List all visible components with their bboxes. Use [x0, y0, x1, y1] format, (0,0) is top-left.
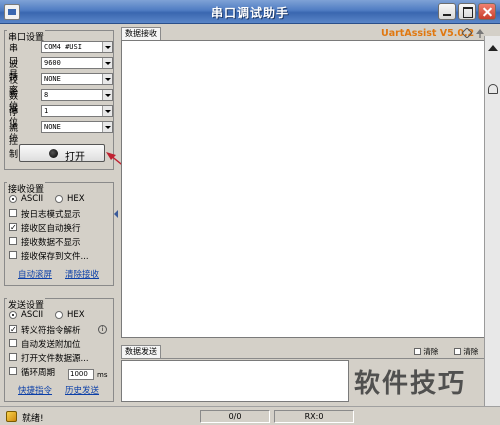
minimize-button[interactable] [438, 3, 456, 20]
status-count: 0/0 [200, 410, 270, 423]
cycle-unit-label: ms [97, 371, 108, 379]
send-ascii-radio[interactable] [9, 311, 17, 319]
send-text-area[interactable] [121, 360, 349, 402]
send-clear-checkbox-2[interactable] [454, 348, 461, 355]
send-file-checkbox[interactable] [9, 353, 17, 361]
recv-wrap-checkbox[interactable]: ✓ [9, 223, 17, 232]
send-escape-checkbox[interactable]: ✓ [9, 325, 17, 334]
clear-receive-link[interactable]: 清除接收 [65, 268, 99, 280]
chevron-down-icon[interactable] [102, 58, 112, 68]
window-title: 串口调试助手 [210, 6, 289, 20]
recv-log-checkbox[interactable] [9, 209, 17, 217]
baud-select[interactable]: 9600 [41, 57, 113, 69]
recv-hex-label: HEX [67, 194, 85, 204]
stopbits-select[interactable]: 1 [41, 105, 113, 117]
recv-hide-checkbox[interactable] [9, 237, 17, 245]
send-ascii-label: ASCII [21, 310, 44, 320]
recv-hide-label: 接收数据不显示 [21, 238, 81, 248]
maximize-button[interactable] [458, 3, 476, 20]
send-file-label: 打开文件数据源... [21, 354, 89, 364]
recv-wrap-label: 接收区自动换行 [21, 224, 81, 234]
send-history-link[interactable]: 历史发送 [65, 384, 99, 396]
send-clear-option-2[interactable]: 清除 [454, 346, 478, 357]
cycle-period-input[interactable]: 1000 [68, 369, 94, 380]
watermark-text: 软件技巧 [354, 369, 467, 399]
chevron-down-icon[interactable] [102, 90, 112, 100]
recv-save-label: 接收保存到文件... [21, 252, 89, 262]
brand-label: UartAssist V5.0.2 [381, 28, 475, 39]
collapse-panel-icon[interactable] [113, 207, 119, 221]
port-status-icon [49, 149, 58, 158]
send-hex-label: HEX [67, 310, 85, 320]
chevron-down-icon[interactable] [102, 42, 112, 52]
receive-settings-group: 接收设置 ASCII HEX 按日志模式显示 ✓ 接收区自动换行 接收数据不显示… [4, 182, 114, 286]
send-format-row: ASCII HEX [9, 310, 109, 321]
title-bar: 串口调试助手 [0, 0, 500, 24]
chevron-down-icon[interactable] [102, 74, 112, 84]
databits-select[interactable]: 8 [41, 89, 113, 101]
send-settings-group: 发送设置 ASCII HEX ✓ 转义符指令解析 自动发送附加位 打开文件数据源… [4, 298, 114, 402]
chevron-down-icon[interactable] [102, 106, 112, 116]
recv-ascii-radio[interactable] [9, 195, 17, 203]
receive-format-row: ASCII HEX [9, 194, 109, 205]
send-clear-checkbox[interactable] [414, 348, 421, 355]
send-append-checkbox[interactable] [9, 339, 17, 347]
status-ready: 就绪! [22, 414, 44, 424]
right-sidebar [484, 36, 500, 425]
flow-label: 流控制 [9, 124, 19, 160]
status-rx: RX:0 [274, 410, 354, 423]
status-bar: 就绪! 0/0 RX:0 [0, 406, 500, 425]
chevron-down-icon[interactable] [102, 122, 112, 132]
send-hex-radio[interactable] [55, 311, 63, 319]
port-select[interactable]: COM4 #USI [41, 41, 113, 53]
info-icon[interactable]: i [98, 325, 107, 334]
send-append-label: 自动发送附加位 [21, 340, 81, 350]
shortcut-commands-link[interactable]: 快捷指令 [18, 384, 52, 396]
send-escape-label: 转义符指令解析 [21, 326, 81, 336]
send-clear-label-2: 清除 [463, 347, 479, 356]
send-clear-label: 清除 [423, 347, 439, 356]
tab-data-send[interactable]: 数据发送 [121, 345, 161, 358]
recv-save-checkbox[interactable] [9, 251, 17, 259]
send-clear-option[interactable]: 清除 [414, 346, 438, 357]
status-icon [6, 411, 17, 422]
receive-text-area[interactable] [121, 40, 491, 338]
scroll-up-icon[interactable] [488, 45, 498, 51]
open-port-label: 打开 [65, 152, 85, 163]
tab-data-receive[interactable]: 数据接收 [121, 27, 161, 40]
auto-scroll-link[interactable]: 自动滚屏 [18, 268, 52, 280]
close-button[interactable] [478, 3, 496, 20]
bell-icon[interactable] [488, 84, 498, 94]
diamond-icon[interactable] [462, 28, 472, 38]
send-cycle-checkbox[interactable] [9, 367, 17, 375]
recv-hex-radio[interactable] [55, 195, 63, 203]
flow-select[interactable]: NONE [41, 121, 113, 133]
send-cycle-label: 循环周期 [21, 368, 56, 378]
parity-select[interactable]: NONE [41, 73, 113, 85]
recv-ascii-label: ASCII [21, 194, 44, 204]
recv-log-label: 按日志模式显示 [21, 210, 81, 220]
